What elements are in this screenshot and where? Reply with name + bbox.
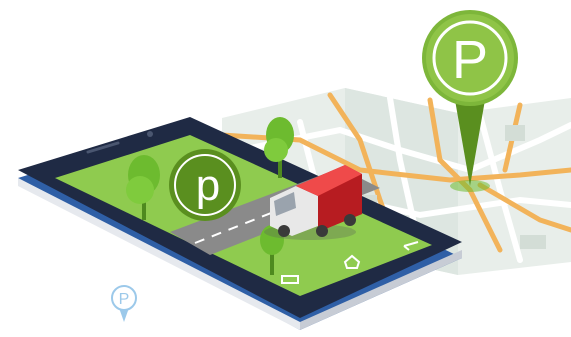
illustration: P p P — [0, 0, 571, 337]
small-pin-letter: P — [119, 291, 130, 308]
screen-badge-letter: p — [196, 161, 220, 210]
small-parking-pin-icon: P — [111, 285, 137, 322]
main-pin-letter: P — [452, 30, 488, 90]
parking-app-illustration: P p P — [18, 10, 571, 330]
screen-parking-badge: p — [169, 149, 241, 221]
